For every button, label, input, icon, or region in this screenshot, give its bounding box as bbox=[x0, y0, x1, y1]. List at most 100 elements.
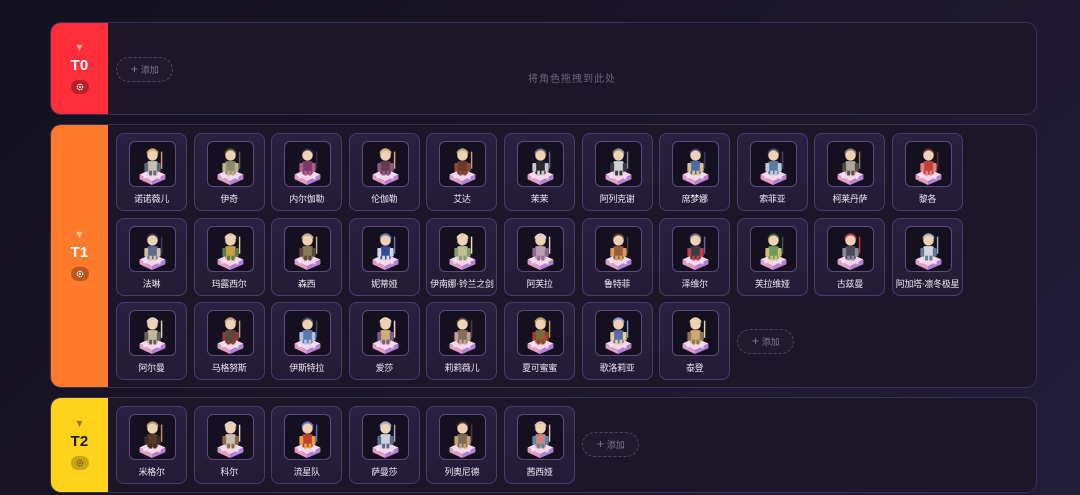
character-portrait bbox=[284, 310, 332, 356]
character-name: 米格尔 bbox=[138, 468, 165, 478]
character-card[interactable]: 流星队 bbox=[271, 406, 343, 484]
character-card[interactable]: 阿芙拉 bbox=[504, 217, 575, 296]
character-portrait bbox=[206, 414, 254, 460]
character-card[interactable]: 玛露西尔 bbox=[193, 217, 265, 296]
character-portrait bbox=[361, 414, 409, 460]
character-card[interactable]: 艾达 bbox=[426, 133, 498, 211]
character-name: 泽维尔 bbox=[681, 279, 708, 290]
character-name: 古兹曼 bbox=[836, 279, 863, 290]
character-name: 爱莎 bbox=[375, 364, 394, 374]
caret-down-icon[interactable]: ▼ bbox=[76, 231, 82, 239]
character-card[interactable]: 伊斯特拉 bbox=[271, 302, 343, 380]
character-card[interactable]: 诺诺薇儿 bbox=[116, 133, 187, 211]
character-card[interactable]: 法琳 bbox=[116, 217, 187, 296]
character-card[interactable]: 伦伽勒 bbox=[348, 133, 420, 211]
character-card[interactable]: 伊南娜·铃兰之剑 bbox=[426, 217, 498, 296]
character-card[interactable]: 阿尔曼 bbox=[116, 302, 187, 380]
character-card[interactable]: 歌洛莉亚 bbox=[581, 302, 653, 380]
character-name: 法琳 bbox=[142, 279, 161, 290]
character-portrait bbox=[361, 310, 409, 356]
character-card[interactable]: 内尔伽勒 bbox=[271, 133, 343, 211]
add-character-button[interactable]: + 添加 bbox=[582, 432, 639, 457]
character-grid: 诺诺薇儿 伊奇 内尔伽勒 伦伽勒 艾达 茉茉 阿列克谢 席梦娜 索菲亚 柯莱丹萨 黎各法琳 玛露西尔 森… bbox=[116, 133, 1016, 387]
character-name: 伊奇 bbox=[220, 195, 238, 205]
character-card[interactable]: 阿加塔·凛冬极星 bbox=[892, 217, 963, 296]
gear-icon[interactable] bbox=[70, 456, 89, 470]
character-card[interactable]: 米格尔 bbox=[116, 406, 187, 484]
character-portrait bbox=[439, 225, 487, 272]
character-card[interactable]: 索菲亚 bbox=[736, 133, 808, 211]
character-grid: 米格尔 科尔 流星队 萨曼莎 列奥尼德 茜西娅 bbox=[116, 406, 1016, 492]
gear-icon[interactable] bbox=[70, 79, 89, 94]
character-portrait bbox=[206, 225, 254, 272]
drop-hint: 将角色拖拽到此处 bbox=[528, 74, 616, 85]
character-portrait bbox=[517, 225, 564, 272]
character-card[interactable]: 马格努斯 bbox=[193, 302, 265, 380]
tier-row-t2[interactable]: ▼ T2 米格尔 科尔 流星队 萨曼莎 列奥尼德 茜西娅 + 添加 bbox=[50, 397, 1037, 493]
tier-dropzone-t2[interactable]: 米格尔 科尔 流星队 萨曼莎 列奥尼德 茜西娅 + 添加 bbox=[108, 398, 1036, 492]
character-portrait bbox=[905, 225, 952, 272]
character-name: 阿尔曼 bbox=[138, 364, 165, 374]
character-card[interactable]: 泽维尔 bbox=[659, 217, 731, 296]
character-portrait bbox=[129, 141, 176, 187]
tier-dropzone-t0[interactable]: + 添加 将角色拖拽到此处 bbox=[108, 23, 1036, 114]
character-name: 科尔 bbox=[220, 468, 238, 478]
character-card[interactable]: 黎各 bbox=[892, 133, 963, 211]
gear-icon[interactable] bbox=[70, 267, 89, 281]
character-name: 泰登 bbox=[685, 364, 704, 374]
character-portrait bbox=[672, 310, 720, 356]
character-portrait bbox=[439, 141, 487, 187]
character-name: 流星队 bbox=[293, 468, 320, 478]
character-card[interactable]: 列奥尼德 bbox=[426, 406, 498, 484]
tier-row-t0[interactable]: ▼ T0 + 添加 将角色拖拽到此处 bbox=[50, 22, 1037, 115]
plus-icon: + bbox=[596, 439, 605, 450]
character-card[interactable]: 萨曼莎 bbox=[348, 406, 420, 484]
character-name: 茜西娅 bbox=[526, 468, 553, 478]
character-card[interactable]: 芙拉维娅 bbox=[736, 217, 808, 296]
character-card[interactable]: 席梦娜 bbox=[659, 133, 731, 211]
character-name: 妮蒂娅 bbox=[371, 279, 398, 290]
caret-down-icon[interactable]: ▼ bbox=[76, 43, 82, 52]
character-portrait bbox=[827, 225, 875, 272]
character-name: 夏可蜜蜜 bbox=[522, 364, 557, 374]
character-card[interactable]: 鲁特菲 bbox=[581, 217, 653, 296]
character-portrait bbox=[517, 310, 564, 356]
character-portrait bbox=[749, 141, 797, 187]
character-card[interactable]: 爱莎 bbox=[348, 302, 420, 380]
character-card[interactable]: 阿列克谢 bbox=[581, 133, 653, 211]
add-character-button[interactable]: + 添加 bbox=[737, 329, 794, 354]
character-name: 马格努斯 bbox=[211, 364, 247, 374]
character-portrait bbox=[129, 414, 176, 460]
character-name: 黎各 bbox=[918, 195, 937, 205]
character-card[interactable]: 伊奇 bbox=[193, 133, 265, 211]
character-name: 列奥尼德 bbox=[444, 468, 480, 478]
character-card[interactable]: 科尔 bbox=[193, 406, 265, 484]
character-name: 萨曼莎 bbox=[371, 468, 398, 478]
character-name: 玛露西尔 bbox=[211, 279, 247, 290]
character-portrait bbox=[284, 414, 332, 460]
character-name: 伊斯特拉 bbox=[289, 364, 325, 374]
character-portrait bbox=[905, 141, 952, 187]
character-portrait bbox=[594, 310, 642, 356]
tier-row-t1[interactable]: ▼ T1 诺诺薇儿 伊奇 内尔伽勒 伦伽勒 艾达 茉茉 阿列克谢 席梦娜 索菲亚 柯莱丹萨 黎各法琳… bbox=[50, 124, 1037, 388]
character-portrait bbox=[361, 141, 409, 187]
character-name: 阿芙拉 bbox=[526, 279, 553, 290]
character-card[interactable]: 妮蒂娅 bbox=[348, 217, 420, 296]
character-portrait bbox=[749, 225, 797, 272]
caret-down-icon[interactable]: ▼ bbox=[76, 420, 82, 428]
character-card[interactable]: 森西 bbox=[271, 217, 343, 296]
character-card[interactable]: 古兹曼 bbox=[814, 217, 886, 296]
tier-dropzone-t1[interactable]: 诺诺薇儿 伊奇 内尔伽勒 伦伽勒 艾达 茉茉 阿列克谢 席梦娜 索菲亚 柯莱丹萨 黎各法琳 玛露西尔 森… bbox=[108, 125, 1036, 387]
character-portrait bbox=[284, 141, 332, 187]
plus-icon: + bbox=[751, 336, 760, 347]
character-card[interactable]: 茜西娅 bbox=[504, 406, 575, 484]
character-card[interactable]: 泰登 bbox=[659, 302, 731, 380]
character-card[interactable]: 莉莉薇儿 bbox=[426, 302, 498, 380]
character-card[interactable]: 夏可蜜蜜 bbox=[504, 302, 575, 380]
character-card[interactable]: 柯莱丹萨 bbox=[814, 133, 886, 211]
tier-label-t1: ▼ T1 bbox=[51, 125, 108, 387]
character-name: 伦伽勒 bbox=[371, 195, 398, 205]
character-portrait bbox=[439, 310, 487, 356]
character-name: 艾达 bbox=[453, 195, 471, 205]
character-card[interactable]: 茉茉 bbox=[504, 133, 575, 211]
